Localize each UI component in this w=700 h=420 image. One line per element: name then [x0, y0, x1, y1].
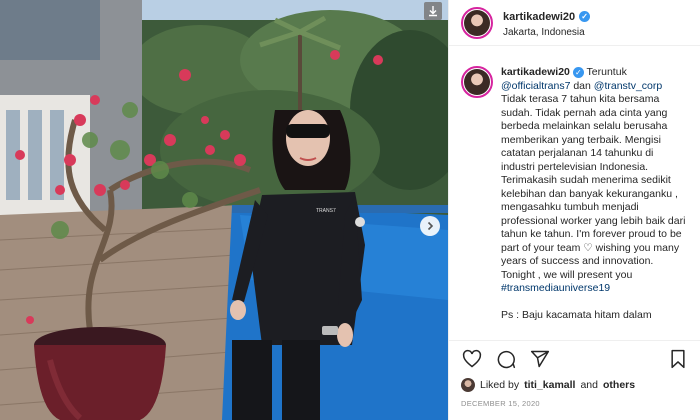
post-date[interactable]: DECEMBER 15, 2020	[461, 399, 540, 408]
like-button[interactable]	[461, 348, 483, 370]
verified-badge-icon: ✓	[572, 67, 584, 78]
caption-cut-line: Ps : Baju kacamata hitam dalam	[501, 309, 652, 321]
post-header: kartikadewi20 ✓ Jakarta, Indonesia	[449, 0, 700, 46]
comment-button[interactable]	[495, 348, 517, 370]
liked-by-and: and	[580, 379, 598, 391]
caption-conj: dan	[573, 79, 591, 92]
mention-link-officialtrans7[interactable]: @officialtrans7	[501, 80, 570, 92]
post-photo[interactable]: TRANS7	[0, 0, 448, 420]
mention-link-transtv[interactable]: @transtv_corp	[594, 80, 662, 92]
comments-section[interactable]: kartikadewi20 ✓ Teruntuk @officialtrans7…	[449, 60, 700, 338]
caption-avatar[interactable]	[461, 66, 493, 98]
hashtag-link[interactable]: #transmediauniverse19	[501, 282, 610, 294]
action-bar	[449, 340, 700, 376]
bookmark-icon	[671, 349, 685, 368]
liker-avatar[interactable]	[461, 378, 475, 392]
heart-outline-icon: ♡	[583, 241, 593, 254]
caption-paragraph-3: Tonight , we will present you	[501, 268, 633, 281]
post-caption: kartikadewi20 ✓ Teruntuk @officialtrans7…	[501, 66, 689, 323]
share-button[interactable]	[529, 348, 551, 370]
likes-summary: Liked by titi_kamall and others	[461, 378, 635, 392]
avatar[interactable]	[461, 6, 493, 39]
download-button[interactable]	[424, 2, 442, 20]
save-button[interactable]	[667, 348, 689, 370]
share-icon	[530, 350, 550, 367]
liked-by-prefix: Liked by	[480, 379, 520, 391]
svg-text:TRANS7: TRANS7	[316, 208, 336, 214]
chevron-right-icon	[427, 221, 434, 231]
post-sidebar: kartikadewi20 ✓ Jakarta, Indonesia karti…	[448, 0, 700, 420]
caption-paragraph-1: Tidak terasa 7 tahun kita bersama sudah.…	[501, 93, 671, 173]
username-link[interactable]: kartikadewi20	[503, 10, 575, 24]
comment-icon	[497, 350, 516, 368]
verified-badge-icon: ✓	[579, 11, 591, 23]
carousel-next-button[interactable]	[420, 216, 440, 236]
liked-by-others-link[interactable]: others	[603, 379, 635, 391]
post-image: TRANS7	[0, 0, 448, 420]
caption-intro: Teruntuk	[586, 66, 627, 78]
heart-icon	[462, 349, 482, 367]
caption-username[interactable]: kartikadewi20	[501, 66, 570, 78]
location-link[interactable]: Jakarta, Indonesia	[503, 26, 590, 39]
download-icon	[429, 6, 437, 17]
liked-by-user-link[interactable]: titi_kamall	[524, 379, 575, 391]
